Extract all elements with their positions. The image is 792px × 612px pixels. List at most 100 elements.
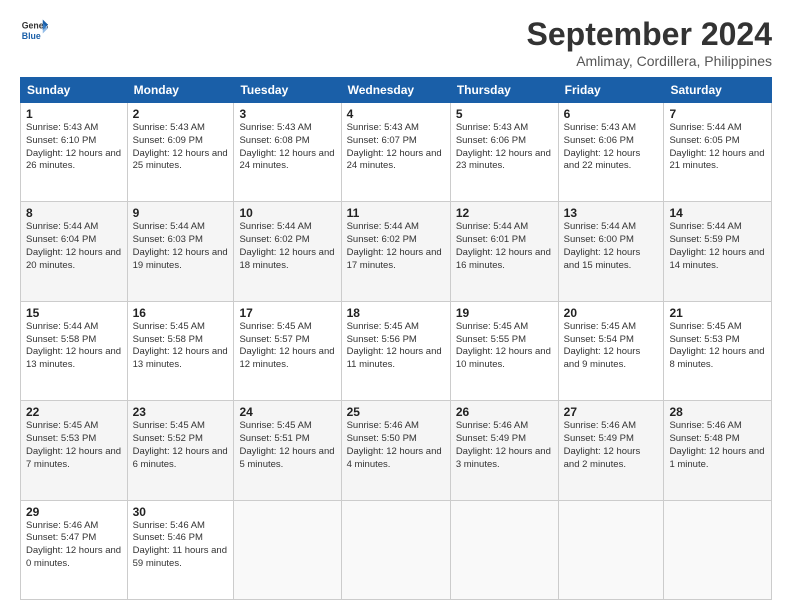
day-number: 6 <box>564 107 659 121</box>
day-info: Sunrise: 5:44 AMSunset: 5:58 PMDaylight:… <box>26 321 121 370</box>
day-number: 26 <box>456 405 553 419</box>
table-row: 7Sunrise: 5:44 AMSunset: 6:05 PMDaylight… <box>664 103 772 202</box>
day-number: 23 <box>133 405 229 419</box>
day-number: 13 <box>564 206 659 220</box>
day-number: 10 <box>239 206 335 220</box>
table-row: 11Sunrise: 5:44 AMSunset: 6:02 PMDayligh… <box>341 202 450 301</box>
logo: General Blue <box>20 16 48 44</box>
day-info: Sunrise: 5:46 AMSunset: 5:46 PMDaylight:… <box>133 520 227 569</box>
table-row: 1Sunrise: 5:43 AMSunset: 6:10 PMDaylight… <box>21 103 128 202</box>
day-number: 20 <box>564 306 659 320</box>
logo-icon: General Blue <box>20 16 48 44</box>
col-monday: Monday <box>127 78 234 103</box>
calendar-row: 1Sunrise: 5:43 AMSunset: 6:10 PMDaylight… <box>21 103 772 202</box>
day-number: 12 <box>456 206 553 220</box>
table-row: 5Sunrise: 5:43 AMSunset: 6:06 PMDaylight… <box>450 103 558 202</box>
day-info: Sunrise: 5:46 AMSunset: 5:49 PMDaylight:… <box>456 420 551 469</box>
day-info: Sunrise: 5:43 AMSunset: 6:09 PMDaylight:… <box>133 122 228 171</box>
day-number: 28 <box>669 405 766 419</box>
day-info: Sunrise: 5:44 AMSunset: 6:03 PMDaylight:… <box>133 221 228 270</box>
table-row <box>341 500 450 599</box>
day-number: 7 <box>669 107 766 121</box>
table-row <box>450 500 558 599</box>
table-row: 18Sunrise: 5:45 AMSunset: 5:56 PMDayligh… <box>341 301 450 400</box>
header-row: Sunday Monday Tuesday Wednesday Thursday… <box>21 78 772 103</box>
day-number: 2 <box>133 107 229 121</box>
table-row: 24Sunrise: 5:45 AMSunset: 5:51 PMDayligh… <box>234 401 341 500</box>
day-number: 29 <box>26 505 122 519</box>
table-row: 23Sunrise: 5:45 AMSunset: 5:52 PMDayligh… <box>127 401 234 500</box>
table-row: 22Sunrise: 5:45 AMSunset: 5:53 PMDayligh… <box>21 401 128 500</box>
day-info: Sunrise: 5:43 AMSunset: 6:06 PMDaylight:… <box>456 122 551 171</box>
day-number: 30 <box>133 505 229 519</box>
table-row: 21Sunrise: 5:45 AMSunset: 5:53 PMDayligh… <box>664 301 772 400</box>
day-number: 5 <box>456 107 553 121</box>
col-thursday: Thursday <box>450 78 558 103</box>
day-number: 16 <box>133 306 229 320</box>
day-number: 4 <box>347 107 445 121</box>
table-row <box>234 500 341 599</box>
table-row: 13Sunrise: 5:44 AMSunset: 6:00 PMDayligh… <box>558 202 664 301</box>
col-saturday: Saturday <box>664 78 772 103</box>
day-number: 11 <box>347 206 445 220</box>
table-row: 29Sunrise: 5:46 AMSunset: 5:47 PMDayligh… <box>21 500 128 599</box>
table-row: 6Sunrise: 5:43 AMSunset: 6:06 PMDaylight… <box>558 103 664 202</box>
day-info: Sunrise: 5:44 AMSunset: 6:00 PMDaylight:… <box>564 221 641 270</box>
day-number: 21 <box>669 306 766 320</box>
calendar-row: 15Sunrise: 5:44 AMSunset: 5:58 PMDayligh… <box>21 301 772 400</box>
day-number: 19 <box>456 306 553 320</box>
day-info: Sunrise: 5:45 AMSunset: 5:58 PMDaylight:… <box>133 321 228 370</box>
table-row: 17Sunrise: 5:45 AMSunset: 5:57 PMDayligh… <box>234 301 341 400</box>
day-info: Sunrise: 5:43 AMSunset: 6:06 PMDaylight:… <box>564 122 641 171</box>
day-number: 25 <box>347 405 445 419</box>
calendar-row: 8Sunrise: 5:44 AMSunset: 6:04 PMDaylight… <box>21 202 772 301</box>
day-number: 14 <box>669 206 766 220</box>
day-info: Sunrise: 5:46 AMSunset: 5:50 PMDaylight:… <box>347 420 442 469</box>
day-number: 27 <box>564 405 659 419</box>
table-row: 26Sunrise: 5:46 AMSunset: 5:49 PMDayligh… <box>450 401 558 500</box>
table-row: 12Sunrise: 5:44 AMSunset: 6:01 PMDayligh… <box>450 202 558 301</box>
table-row: 10Sunrise: 5:44 AMSunset: 6:02 PMDayligh… <box>234 202 341 301</box>
table-row <box>664 500 772 599</box>
table-row: 20Sunrise: 5:45 AMSunset: 5:54 PMDayligh… <box>558 301 664 400</box>
day-info: Sunrise: 5:45 AMSunset: 5:56 PMDaylight:… <box>347 321 442 370</box>
day-info: Sunrise: 5:45 AMSunset: 5:53 PMDaylight:… <box>669 321 764 370</box>
day-info: Sunrise: 5:43 AMSunset: 6:07 PMDaylight:… <box>347 122 442 171</box>
day-info: Sunrise: 5:44 AMSunset: 6:05 PMDaylight:… <box>669 122 764 171</box>
day-info: Sunrise: 5:45 AMSunset: 5:53 PMDaylight:… <box>26 420 121 469</box>
day-number: 22 <box>26 405 122 419</box>
day-info: Sunrise: 5:43 AMSunset: 6:10 PMDaylight:… <box>26 122 121 171</box>
day-info: Sunrise: 5:46 AMSunset: 5:48 PMDaylight:… <box>669 420 764 469</box>
svg-text:Blue: Blue <box>22 31 41 41</box>
day-number: 17 <box>239 306 335 320</box>
calendar-table: Sunday Monday Tuesday Wednesday Thursday… <box>20 77 772 600</box>
table-row: 9Sunrise: 5:44 AMSunset: 6:03 PMDaylight… <box>127 202 234 301</box>
day-number: 9 <box>133 206 229 220</box>
subtitle: Amlimay, Cordillera, Philippines <box>527 53 772 69</box>
day-info: Sunrise: 5:44 AMSunset: 5:59 PMDaylight:… <box>669 221 764 270</box>
table-row: 30Sunrise: 5:46 AMSunset: 5:46 PMDayligh… <box>127 500 234 599</box>
day-info: Sunrise: 5:46 AMSunset: 5:47 PMDaylight:… <box>26 520 121 569</box>
table-row: 8Sunrise: 5:44 AMSunset: 6:04 PMDaylight… <box>21 202 128 301</box>
day-number: 1 <box>26 107 122 121</box>
table-row: 16Sunrise: 5:45 AMSunset: 5:58 PMDayligh… <box>127 301 234 400</box>
table-row: 19Sunrise: 5:45 AMSunset: 5:55 PMDayligh… <box>450 301 558 400</box>
day-number: 18 <box>347 306 445 320</box>
table-row: 25Sunrise: 5:46 AMSunset: 5:50 PMDayligh… <box>341 401 450 500</box>
day-info: Sunrise: 5:45 AMSunset: 5:52 PMDaylight:… <box>133 420 228 469</box>
day-info: Sunrise: 5:45 AMSunset: 5:57 PMDaylight:… <box>239 321 334 370</box>
col-sunday: Sunday <box>21 78 128 103</box>
col-wednesday: Wednesday <box>341 78 450 103</box>
day-info: Sunrise: 5:46 AMSunset: 5:49 PMDaylight:… <box>564 420 641 469</box>
day-info: Sunrise: 5:44 AMSunset: 6:04 PMDaylight:… <box>26 221 121 270</box>
calendar-row: 29Sunrise: 5:46 AMSunset: 5:47 PMDayligh… <box>21 500 772 599</box>
table-row <box>558 500 664 599</box>
header: General Blue September 2024 Amlimay, Cor… <box>20 16 772 69</box>
day-info: Sunrise: 5:44 AMSunset: 6:01 PMDaylight:… <box>456 221 551 270</box>
table-row: 3Sunrise: 5:43 AMSunset: 6:08 PMDaylight… <box>234 103 341 202</box>
col-tuesday: Tuesday <box>234 78 341 103</box>
col-friday: Friday <box>558 78 664 103</box>
day-number: 3 <box>239 107 335 121</box>
calendar-row: 22Sunrise: 5:45 AMSunset: 5:53 PMDayligh… <box>21 401 772 500</box>
table-row: 4Sunrise: 5:43 AMSunset: 6:07 PMDaylight… <box>341 103 450 202</box>
